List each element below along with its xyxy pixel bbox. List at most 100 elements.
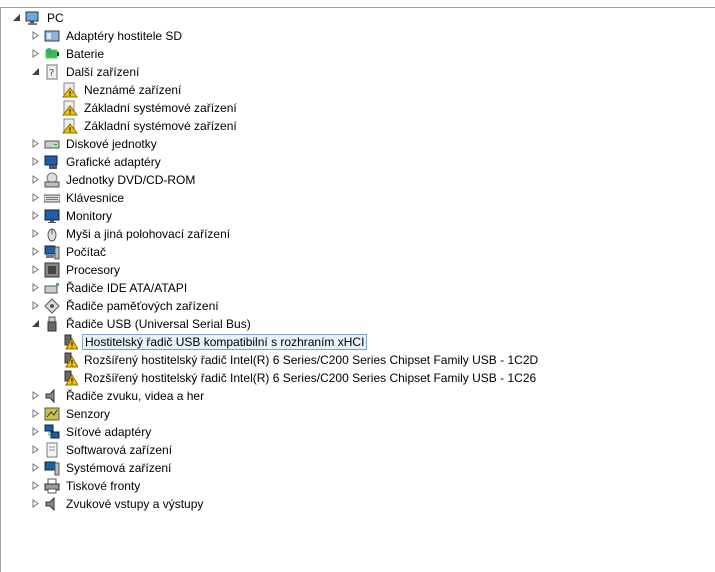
tree-child-unknown-device[interactable]: Neznámé zařízení — [62, 81, 183, 99]
item-label: Řadiče USB (Universal Serial Bus) — [66, 317, 251, 331]
system-device-icon — [44, 460, 60, 476]
item-label: Adaptéry hostitele SD — [66, 29, 183, 43]
collapse-arrow-icon[interactable] — [31, 67, 40, 76]
expand-arrow-icon[interactable] — [31, 301, 40, 310]
item-label: Grafické adaptéry — [66, 155, 161, 169]
item-label: Diskové jednotky — [66, 137, 157, 151]
computer-icon — [25, 10, 41, 26]
keyboard-icon — [44, 190, 60, 206]
usb-warning-icon — [62, 334, 78, 350]
tree-child-ehci-1c26[interactable]: Rozšířený hostitelský řadič Intel(R) 6 S… — [62, 369, 538, 387]
expand-arrow-icon[interactable] — [31, 391, 40, 400]
item-label: Procesory — [66, 263, 121, 277]
tree-item-battery[interactable]: Baterie — [31, 45, 106, 63]
root-label: PC — [47, 11, 64, 25]
expand-arrow-icon[interactable] — [31, 427, 40, 436]
item-label: Jednotky DVD/CD-ROM — [66, 173, 196, 187]
speaker-icon — [44, 388, 60, 404]
tree-child-xhci-controller[interactable]: Hostitelský řadič USB kompatibilní s roz… — [62, 333, 368, 351]
expand-arrow-icon[interactable] — [31, 139, 40, 148]
item-label: Softwarová zařízení — [66, 443, 173, 457]
expand-arrow-icon[interactable] — [31, 211, 40, 220]
item-label: Monitory — [66, 209, 113, 223]
usb-warning-icon — [62, 352, 78, 368]
tree-item-display-adapters[interactable]: Grafické adaptéry — [31, 153, 163, 171]
collapse-arrow-icon[interactable] — [12, 13, 21, 22]
tree-item-processors[interactable]: Procesory — [31, 261, 122, 279]
item-label: Základní systémové zařízení — [84, 101, 237, 115]
item-label: Rozšířený hostitelský řadič Intel(R) 6 S… — [84, 353, 539, 367]
tree-item-audio-io[interactable]: Zvukové vstupy a výstupy — [31, 495, 205, 513]
expand-arrow-icon[interactable] — [31, 157, 40, 166]
unknown-device-icon: ? — [44, 64, 60, 80]
item-label: Neznámé zařízení — [84, 83, 182, 97]
expand-arrow-icon[interactable] — [31, 463, 40, 472]
usb-connector-icon — [44, 316, 60, 332]
tree-item-network-adapters[interactable]: Síťové adaptéry — [31, 423, 153, 441]
item-label: Řadiče paměťových zařízení — [66, 299, 219, 313]
collapse-arrow-icon[interactable] — [31, 319, 40, 328]
window-left-edge — [0, 7, 1, 572]
dvd-drive-icon — [44, 172, 60, 188]
item-label: Systémová zařízení — [66, 461, 172, 475]
expand-arrow-icon[interactable] — [31, 49, 40, 58]
expand-arrow-icon[interactable] — [31, 445, 40, 454]
expand-arrow-icon[interactable] — [31, 481, 40, 490]
disk-drive-icon — [44, 136, 60, 152]
item-label: Síťové adaptéry — [66, 425, 152, 439]
expand-arrow-icon[interactable] — [31, 265, 40, 274]
tree-item-keyboards[interactable]: Klávesnice — [31, 189, 126, 207]
expand-arrow-icon[interactable] — [31, 175, 40, 184]
expand-arrow-icon[interactable] — [31, 409, 40, 418]
warning-device-icon — [62, 82, 78, 98]
warning-device-icon — [62, 100, 78, 116]
tree-item-other-devices[interactable]: ? Další zařízení — [31, 63, 141, 81]
usb-warning-icon — [62, 370, 78, 386]
monitor-icon — [44, 208, 60, 224]
tree-item-usb-controllers[interactable]: Řadiče USB (Universal Serial Bus) — [31, 315, 253, 333]
tree-child-base-system-device[interactable]: Základní systémové zařízení — [62, 99, 239, 117]
item-label: Zvukové vstupy a výstupy — [66, 497, 204, 511]
tree-item-software-devices[interactable]: Softwarová zařízení — [31, 441, 174, 459]
tree-item-sensors[interactable]: Senzory — [31, 405, 112, 423]
display-adapter-icon — [44, 154, 60, 170]
window-top-edge — [0, 0, 715, 8]
item-label: Řadiče IDE ATA/ATAPI — [66, 281, 188, 295]
tree-item-dvd-drives[interactable]: Jednotky DVD/CD-ROM — [31, 171, 197, 189]
sd-card-icon — [44, 28, 60, 44]
svg-text:?: ? — [49, 68, 54, 79]
expand-arrow-icon[interactable] — [31, 31, 40, 40]
tree-item-disk-drives[interactable]: Diskové jednotky — [31, 135, 159, 153]
warning-device-icon — [62, 118, 78, 134]
ide-controller-icon — [44, 280, 60, 296]
tree-item-mice[interactable]: Myši a jiná polohovací zařízení — [31, 225, 232, 243]
tree-item-ide-controllers[interactable]: Řadiče IDE ATA/ATAPI — [31, 279, 189, 297]
tree-item-monitors[interactable]: Monitory — [31, 207, 114, 225]
speaker-icon — [44, 496, 60, 512]
tree-item-sd-host[interactable]: Adaptéry hostitele SD — [31, 27, 184, 45]
expand-arrow-icon[interactable] — [31, 283, 40, 292]
printer-icon — [44, 478, 60, 494]
storage-controller-icon — [44, 298, 60, 314]
tree-root-pc[interactable]: PC — [12, 9, 66, 27]
tree-item-print-queues[interactable]: Tiskové fronty — [31, 477, 142, 495]
computer-icon — [44, 244, 60, 260]
tree-child-ehci-1c2d[interactable]: Rozšířený hostitelský řadič Intel(R) 6 S… — [62, 351, 540, 369]
item-label: Základní systémové zařízení — [84, 119, 237, 133]
item-label: Hostitelský řadič USB kompatibilní s roz… — [82, 334, 368, 350]
tree-item-system-devices[interactable]: Systémová zařízení — [31, 459, 173, 477]
tree-item-computer[interactable]: Počítač — [31, 243, 108, 261]
network-adapter-icon — [44, 424, 60, 440]
tree-item-sound-controllers[interactable]: Řadiče zvuku, videa a her — [31, 387, 206, 405]
sensor-icon — [44, 406, 60, 422]
expand-arrow-icon[interactable] — [31, 247, 40, 256]
software-device-icon — [44, 442, 60, 458]
tree-child-base-system-device[interactable]: Základní systémové zařízení — [62, 117, 239, 135]
expand-arrow-icon[interactable] — [31, 499, 40, 508]
item-label: Baterie — [66, 47, 105, 61]
expand-arrow-icon[interactable] — [31, 229, 40, 238]
tree-item-storage-controllers[interactable]: Řadiče paměťových zařízení — [31, 297, 221, 315]
battery-icon — [44, 46, 60, 62]
expand-arrow-icon[interactable] — [31, 193, 40, 202]
item-label: Senzory — [66, 407, 111, 421]
